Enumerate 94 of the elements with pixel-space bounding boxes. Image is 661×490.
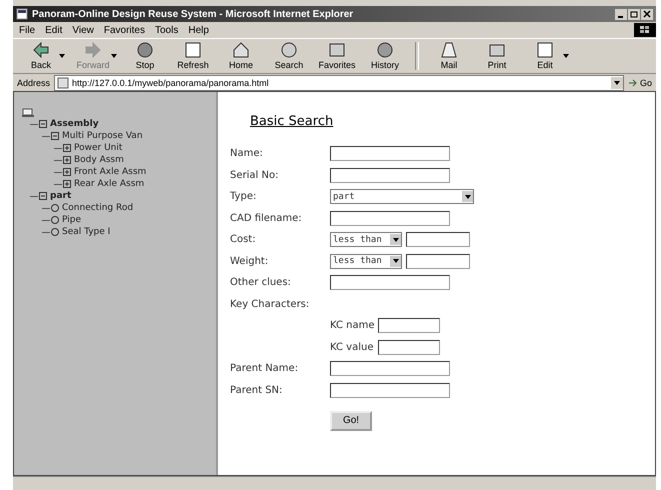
menu-item[interactable]: File bbox=[19, 24, 36, 36]
type-dropdown[interactable]: part bbox=[330, 189, 474, 204]
favorites-icon bbox=[329, 42, 345, 58]
toolbar-button[interactable]: Stop bbox=[121, 42, 169, 70]
input-field[interactable] bbox=[330, 146, 450, 162]
field-label: Cost: bbox=[230, 234, 257, 246]
go-button[interactable]: Go bbox=[628, 78, 652, 88]
menu-item[interactable]: View bbox=[72, 24, 94, 36]
window-title: Panoram-Online Design Reuse System - Microsoft Internet Explorer bbox=[32, 8, 354, 20]
computer-icon bbox=[22, 108, 34, 118]
field-label: Type: bbox=[230, 191, 258, 202]
field-label: KC name bbox=[330, 320, 376, 332]
toolbar-button[interactable]: History bbox=[361, 42, 409, 70]
input-field[interactable] bbox=[406, 232, 470, 248]
collapse-icon[interactable] bbox=[51, 132, 59, 140]
field-label: KC value bbox=[330, 342, 374, 353]
input-field[interactable] bbox=[378, 340, 440, 355]
tree-item[interactable]: Assembly bbox=[50, 119, 99, 129]
input-field[interactable] bbox=[330, 210, 450, 226]
tree-item[interactable]: Rear Axle Assm bbox=[74, 179, 144, 189]
form-heading: Basic Search bbox=[250, 114, 334, 129]
minimize-button[interactable] bbox=[615, 8, 627, 20]
collapse-icon[interactable] bbox=[39, 120, 47, 128]
field-label: Weight: bbox=[230, 256, 270, 267]
input-field[interactable] bbox=[330, 275, 450, 290]
tree-item[interactable]: Seal Type I bbox=[62, 227, 110, 237]
input-field[interactable] bbox=[406, 254, 470, 269]
edit-icon bbox=[537, 42, 553, 58]
close-button[interactable] bbox=[641, 8, 653, 20]
dropdown-button[interactable] bbox=[610, 76, 623, 88]
tree-item[interactable]: Connecting Rod bbox=[62, 203, 134, 213]
caret-icon bbox=[392, 238, 398, 242]
collapse-icon[interactable] bbox=[39, 192, 47, 200]
menu-item[interactable]: Edit bbox=[45, 24, 62, 36]
field-label: Key Characters: bbox=[230, 298, 310, 310]
field-label: Parent Name: bbox=[230, 363, 300, 374]
menu-item[interactable]: Tools bbox=[154, 24, 178, 36]
history-icon bbox=[377, 42, 393, 58]
print-icon bbox=[489, 42, 505, 58]
page-icon bbox=[57, 76, 70, 88]
refresh-icon bbox=[185, 42, 201, 58]
toolbar-button[interactable]: Favorites bbox=[313, 42, 361, 70]
back-icon bbox=[33, 42, 49, 58]
expand-icon[interactable] bbox=[63, 180, 71, 188]
toolbar-button[interactable]: Mail bbox=[425, 42, 473, 70]
comparison-dropdown[interactable]: less than bbox=[330, 254, 402, 269]
input-field[interactable] bbox=[378, 318, 440, 334]
mail-icon bbox=[441, 42, 457, 58]
tree-item[interactable]: Power Unit bbox=[74, 143, 122, 153]
menu-item[interactable]: Favorites bbox=[104, 24, 145, 36]
toolbar-button[interactable]: Refresh bbox=[169, 42, 217, 70]
stop-icon bbox=[137, 42, 153, 58]
tree-item[interactable]: Pipe bbox=[62, 215, 81, 225]
address-label: Address bbox=[17, 78, 50, 88]
field-label: Parent SN: bbox=[230, 384, 284, 396]
restore-button[interactable] bbox=[628, 8, 640, 20]
field-label: CAD filename: bbox=[230, 212, 303, 224]
toolbar-button[interactable]: Back bbox=[17, 42, 65, 70]
field-label: Serial No: bbox=[230, 170, 280, 181]
field-label: Name: bbox=[230, 148, 264, 160]
tree-item[interactable]: Front Axle Assm bbox=[74, 167, 146, 177]
tree-item[interactable]: Body Assm bbox=[74, 155, 124, 165]
address-field[interactable]: http://127.0.0.1/myweb/panorama/panorama.html bbox=[54, 74, 624, 90]
expand-icon[interactable] bbox=[63, 168, 71, 176]
tree-item[interactable]: part bbox=[50, 191, 72, 201]
input-field[interactable] bbox=[330, 168, 450, 183]
caret-icon bbox=[464, 194, 470, 199]
restore-icon bbox=[630, 10, 638, 18]
forward-icon bbox=[85, 42, 101, 58]
dropdown-arrow-icon[interactable] bbox=[563, 54, 569, 58]
comparison-dropdown[interactable]: less than bbox=[330, 232, 402, 248]
home-icon bbox=[233, 42, 249, 58]
circle-icon[interactable] bbox=[51, 216, 59, 224]
caret-icon bbox=[392, 259, 398, 264]
toolbar-button[interactable]: Home bbox=[217, 42, 265, 70]
go-button[interactable]: Go! bbox=[330, 410, 372, 431]
dropdown-arrow-icon[interactable] bbox=[59, 54, 65, 58]
field-label: Other clues: bbox=[230, 277, 292, 288]
search-icon bbox=[281, 42, 297, 58]
menu-item[interactable]: Help bbox=[188, 24, 209, 36]
input-field[interactable] bbox=[330, 382, 450, 398]
toolbar-button[interactable]: Search bbox=[265, 42, 313, 70]
circle-icon[interactable] bbox=[51, 228, 59, 236]
toolbar-button[interactable]: Edit bbox=[521, 42, 569, 70]
circle-icon[interactable] bbox=[51, 204, 59, 212]
expand-icon[interactable] bbox=[63, 156, 71, 164]
tree-item[interactable]: Multi Purpose Van bbox=[62, 131, 143, 141]
arrow-icon bbox=[628, 78, 638, 88]
input-field[interactable] bbox=[330, 361, 450, 376]
expand-icon[interactable] bbox=[63, 144, 71, 152]
close-icon bbox=[643, 10, 651, 18]
browser-icon bbox=[16, 8, 28, 20]
toolbar-button[interactable]: Print bbox=[473, 42, 521, 70]
caret-icon bbox=[614, 80, 620, 84]
